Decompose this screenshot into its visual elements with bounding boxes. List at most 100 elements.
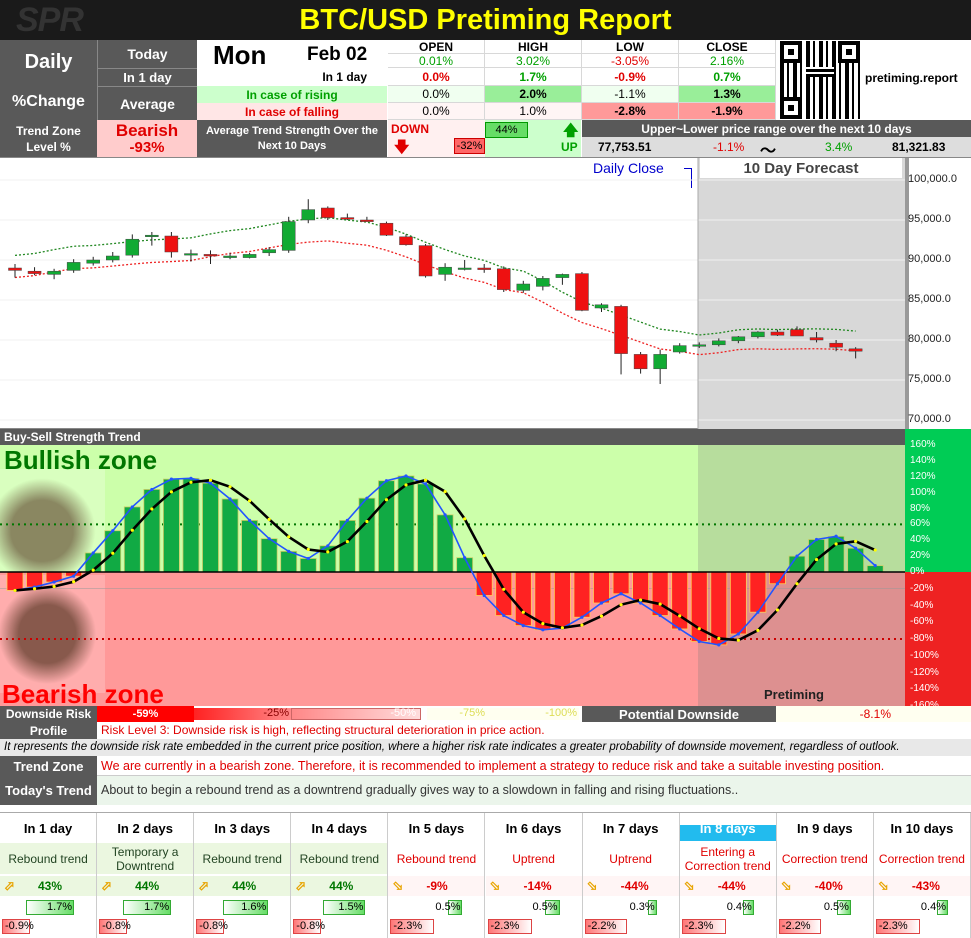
signal-point [834,542,838,546]
forecast-strength: ⬀ 43% [0,876,97,896]
forecast-day-column: In 3 days Rebound trend ⬀ 44% 1.6% -0.8% [194,813,292,938]
forecast-downside-value: -0.8% [102,920,131,932]
forecast-strength-value: -44% [717,879,746,893]
forecast-strength-value: -9% [426,879,448,893]
trend-zone-label: Trend Zone Level % [0,120,97,157]
rising-open: 0.0% [388,86,485,103]
price-candle [614,306,628,354]
strength-point [580,615,584,619]
strength-point [463,556,467,560]
strength-point [502,613,506,618]
price-candle [27,270,42,274]
signal-point [854,539,858,543]
strength-bar [729,571,747,635]
down-label: DOWN [391,122,429,136]
risk-level-25: -25% [194,707,291,720]
forecast-candle [829,342,843,348]
signal-point [130,528,134,532]
falling-open: 0.0% [388,103,485,120]
forecast-strength-value: -44% [620,879,649,893]
signal-point [697,627,701,631]
signal-point [365,519,369,524]
strength-bar [573,571,591,618]
forecast-upside-value: 1.6% [241,901,267,913]
qr-code-icon[interactable] [780,41,860,119]
strength-point [873,564,877,568]
strength-bar [143,489,161,573]
risk-level-100: -100% [487,707,579,720]
strength-point [345,518,349,523]
forecast-strength-value: -14% [523,879,552,893]
price-candle [145,234,159,237]
forecast-strength: ⬂ -43% [873,876,970,896]
forecast-day-column: In 1 day Rebound trend ⬀ 43% 1.7% -0.9% [0,813,98,938]
price-candle [203,254,218,257]
forecast-candle [672,345,687,353]
up-value-bar: 44% [485,122,528,138]
price-candle [262,249,276,254]
signal-point [248,499,252,503]
signal-point [814,557,819,562]
forecast-day-column: In 10 days Correction trend ⬂ -43% 0.4% -2.3% [873,813,971,938]
in1day-open: 0.0% [388,68,485,86]
strength-point [697,639,701,644]
strength-point [52,580,56,584]
range-low-price: 77,753.51 [598,140,652,154]
signal-point [91,568,95,572]
forecast-day-label: In 2 days [117,820,173,836]
signal-point [267,517,271,521]
strength-point [287,549,291,553]
forecast-upside-value: 1.5% [338,901,364,913]
strength-point [639,601,643,605]
price-candle [536,278,550,287]
ohlc-header-close: CLOSE [679,40,776,54]
signal-point [72,580,76,584]
signal-point [560,626,565,630]
site-link[interactable]: pretiming.report [865,71,958,85]
forecast-day-column: In 5 days Rebound trend ⬂ -9% 0.5% -2.3% [388,813,486,938]
strength-point [111,529,115,533]
price-candle [223,255,237,258]
date-block: Mon Feb 02 [197,40,387,70]
forecast-day-column: In 8 days Entering a Correction trend ⬂ -44… [679,813,777,938]
signal-point [208,478,213,482]
strength-bar [593,571,610,604]
strength-bar [299,558,317,573]
falling-close: -1.9% [679,103,776,120]
forecast-candle [790,329,804,337]
potential-downside-label: Potential Downside [582,706,776,722]
forecast-candle [848,348,863,352]
strength-bar [436,514,454,573]
signal-point [326,550,330,554]
in1day-label: In 1 day [97,68,197,86]
price-candle [106,255,120,261]
forecast-upside-value: 1.7% [47,901,73,913]
forecast-downside: -2.3% [874,918,970,935]
forecast-upside: 1.6% [194,899,290,916]
strength-point [482,593,486,598]
forecast-day-label: In 9 days [797,820,853,836]
profile-label: Profile [0,722,97,739]
forecast-trend-label: Entering a Correction trend [679,843,776,874]
strength-point [854,546,858,550]
strength-point [619,592,623,596]
forecast-day-label: In 4 days [311,820,368,836]
trend-zone-value: Bearish -93% [97,120,197,157]
strength-bar [202,482,219,573]
forecast-day-column: In 7 days Uptrend ⬂ -44% 0.3% -2.2% [582,813,680,938]
forecast-candle [809,337,824,341]
up-label: UP [561,140,578,154]
strength-axis-label: -140% [910,683,939,695]
strength-point [384,479,389,483]
price-candle [555,274,570,278]
strength-point [150,487,154,492]
price-candle [594,304,609,309]
signal-point [345,539,349,544]
price-candle [516,283,531,291]
risk-level-50-text: -50% [390,707,416,719]
strength-point [658,613,662,618]
forecast-day-label: In 10 days [890,820,954,836]
arrow-down-right-icon: ⬂ [877,878,889,893]
strength-axis-label: -60% [910,616,934,628]
price-candle [438,266,452,275]
